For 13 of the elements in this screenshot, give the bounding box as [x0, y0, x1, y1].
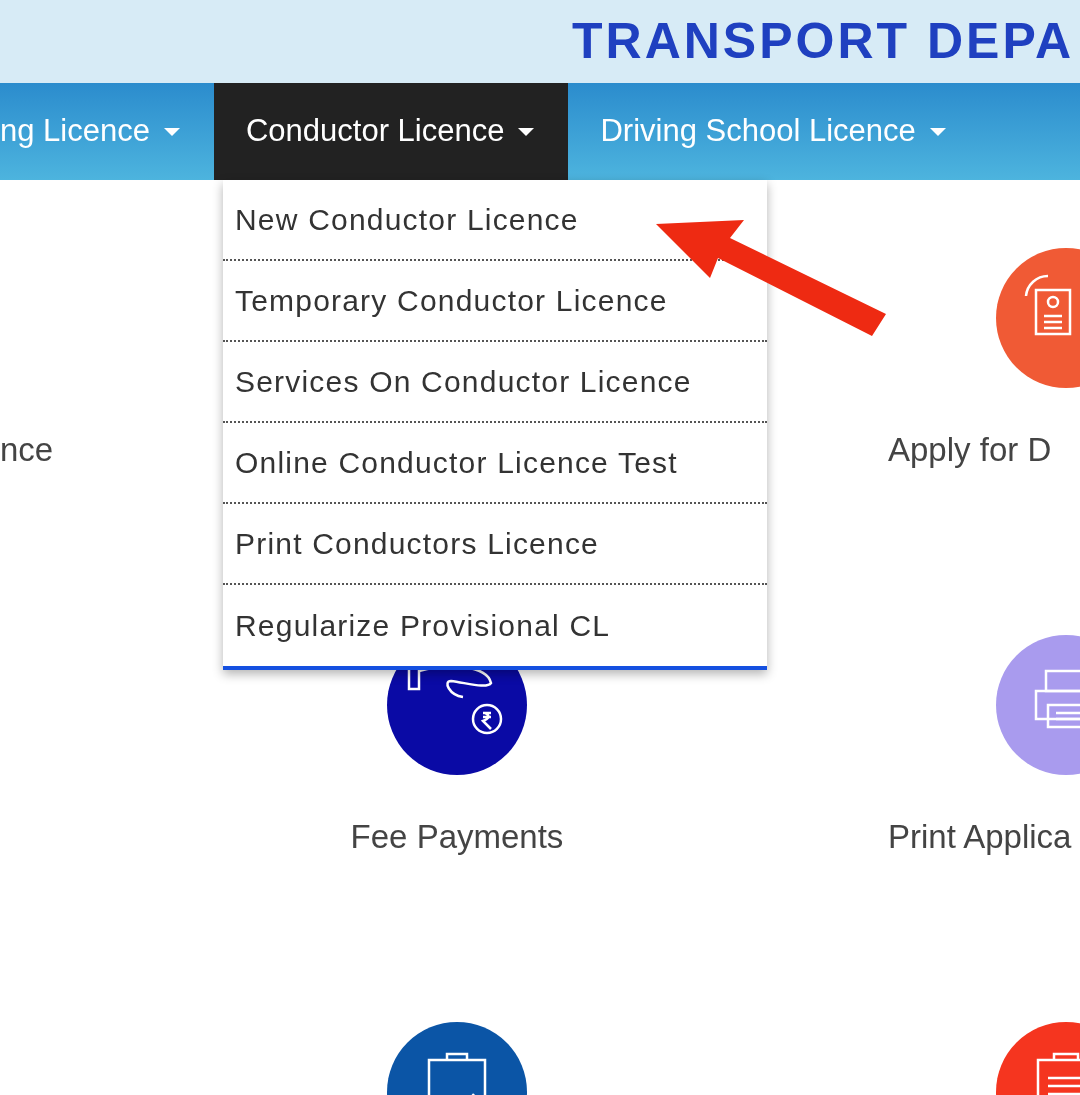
nav-menu-item[interactable]: Conductor Licence [213, 83, 569, 180]
service-label[interactable]: Print Applica [888, 819, 1072, 855]
dropdown-item[interactable]: Services On Conductor Licence [223, 342, 767, 423]
dropdown-item[interactable]: Regularize Provisional CL [223, 585, 767, 666]
caret-icon [518, 127, 535, 136]
caret-icon [163, 127, 180, 136]
dropdown-item[interactable]: Print Conductors Licence [223, 504, 767, 585]
page-title: TRANSPORT DEPA [572, 12, 1075, 71]
caret-icon [929, 127, 946, 136]
dropdown-item[interactable]: Online Conductor Licence Test [223, 423, 767, 504]
service-label[interactable]: nce [0, 432, 54, 468]
service-label[interactable]: Apply for D [888, 432, 1052, 468]
service-label[interactable]: Fee Payments [350, 819, 564, 855]
